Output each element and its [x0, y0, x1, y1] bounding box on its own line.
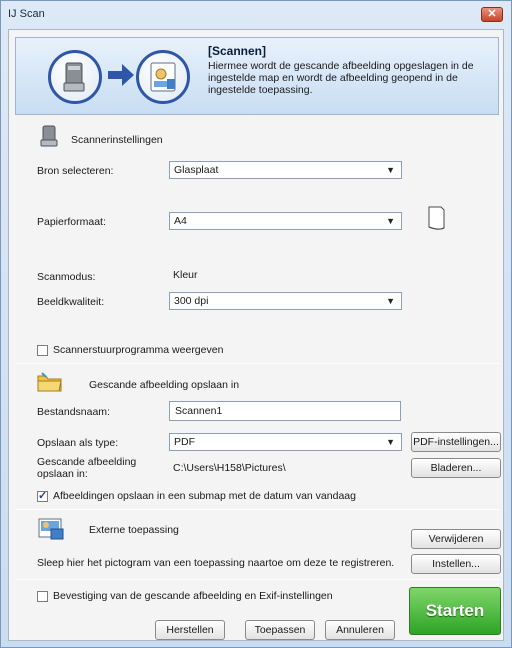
- image-quality-select[interactable]: 300 dpi ▼: [169, 292, 402, 310]
- browse-button[interactable]: Bladeren...: [411, 458, 501, 478]
- confirm-checkbox-label[interactable]: Bevestiging van de gescande afbeelding e…: [53, 590, 333, 602]
- source-select[interactable]: Glasplaat ▼: [169, 161, 402, 179]
- section-divider: [15, 363, 499, 364]
- filetype-select[interactable]: PDF ▼: [169, 433, 402, 451]
- arrow-right-icon: [108, 64, 134, 86]
- scanner-settings-heading: Scannerinstellingen: [71, 134, 163, 146]
- chevron-down-icon: ▼: [386, 165, 395, 175]
- scan-mode-label: Scanmodus:: [37, 271, 96, 283]
- chevron-down-icon: ▼: [386, 216, 395, 226]
- scan-mode-value: Kleur: [173, 269, 198, 281]
- external-app-heading: Externe toepassing: [89, 524, 179, 536]
- paper-orientation-icon: [428, 206, 445, 230]
- save-section-heading: Gescande afbeelding opslaan in: [89, 379, 240, 391]
- chevron-down-icon: ▼: [386, 437, 395, 447]
- apply-button[interactable]: Toepassen: [245, 620, 315, 640]
- paper-size-value: A4: [174, 215, 187, 227]
- dialog-client-area: [8, 29, 504, 641]
- application-settings-button[interactable]: Instellen...: [411, 554, 501, 574]
- section-divider: [15, 579, 499, 580]
- subfolder-checkbox[interactable]: [37, 489, 48, 502]
- mode-banner: [Scannen] Hiermee wordt de gescande afbe…: [15, 37, 499, 115]
- paper-size-label: Papierformaat:: [37, 216, 106, 228]
- application-icon: [136, 50, 190, 104]
- reset-button[interactable]: Herstellen: [155, 620, 225, 640]
- image-quality-label: Beeldkwaliteit:: [37, 296, 105, 308]
- banner-description: Hiermee wordt de gescande afbeelding opg…: [208, 60, 474, 96]
- external-app-icon: [38, 518, 64, 540]
- dialog-window: IJ Scan ✕ [Scannen] Hiermee wordt de ges…: [0, 0, 512, 648]
- filename-input[interactable]: Scannen1: [169, 401, 401, 421]
- paper-size-select[interactable]: A4 ▼: [169, 212, 402, 230]
- scanner-icon: [40, 125, 58, 147]
- cancel-button[interactable]: Annuleren: [325, 620, 395, 640]
- window-title: IJ Scan: [8, 8, 45, 20]
- chevron-down-icon: ▼: [386, 296, 395, 306]
- section-divider: [15, 509, 499, 510]
- external-app-hint: Sleep hier het pictogram van een toepass…: [37, 557, 395, 569]
- save-location-value: C:\Users\H158\Pictures\: [173, 462, 286, 474]
- banner-heading: [Scannen]: [208, 44, 267, 58]
- filetype-label: Opslaan als type:: [37, 437, 119, 449]
- pdf-settings-button[interactable]: PDF-instellingen...: [411, 432, 501, 452]
- driver-checkbox-label[interactable]: Scannerstuurprogramma weergeven: [53, 344, 223, 356]
- subfolder-checkbox-label[interactable]: Afbeeldingen opslaan in een submap met d…: [53, 490, 356, 502]
- close-button[interactable]: ✕: [481, 7, 503, 22]
- driver-checkbox[interactable]: [37, 345, 48, 356]
- save-location-label: Gescande afbeelding opslaan in:: [37, 456, 137, 480]
- image-quality-value: 300 dpi: [174, 295, 209, 307]
- confirm-checkbox[interactable]: [37, 591, 48, 602]
- source-label: Bron selecteren:: [37, 165, 114, 177]
- folder-icon: [37, 372, 62, 392]
- start-button[interactable]: Starten: [409, 587, 501, 635]
- title-bar[interactable]: IJ Scan ✕: [1, 1, 511, 27]
- filename-label: Bestandsnaam:: [37, 406, 110, 418]
- scanner-icon: [48, 50, 102, 104]
- remove-button[interactable]: Verwijderen: [411, 529, 501, 549]
- source-value: Glasplaat: [174, 164, 219, 176]
- filetype-value: PDF: [174, 436, 195, 448]
